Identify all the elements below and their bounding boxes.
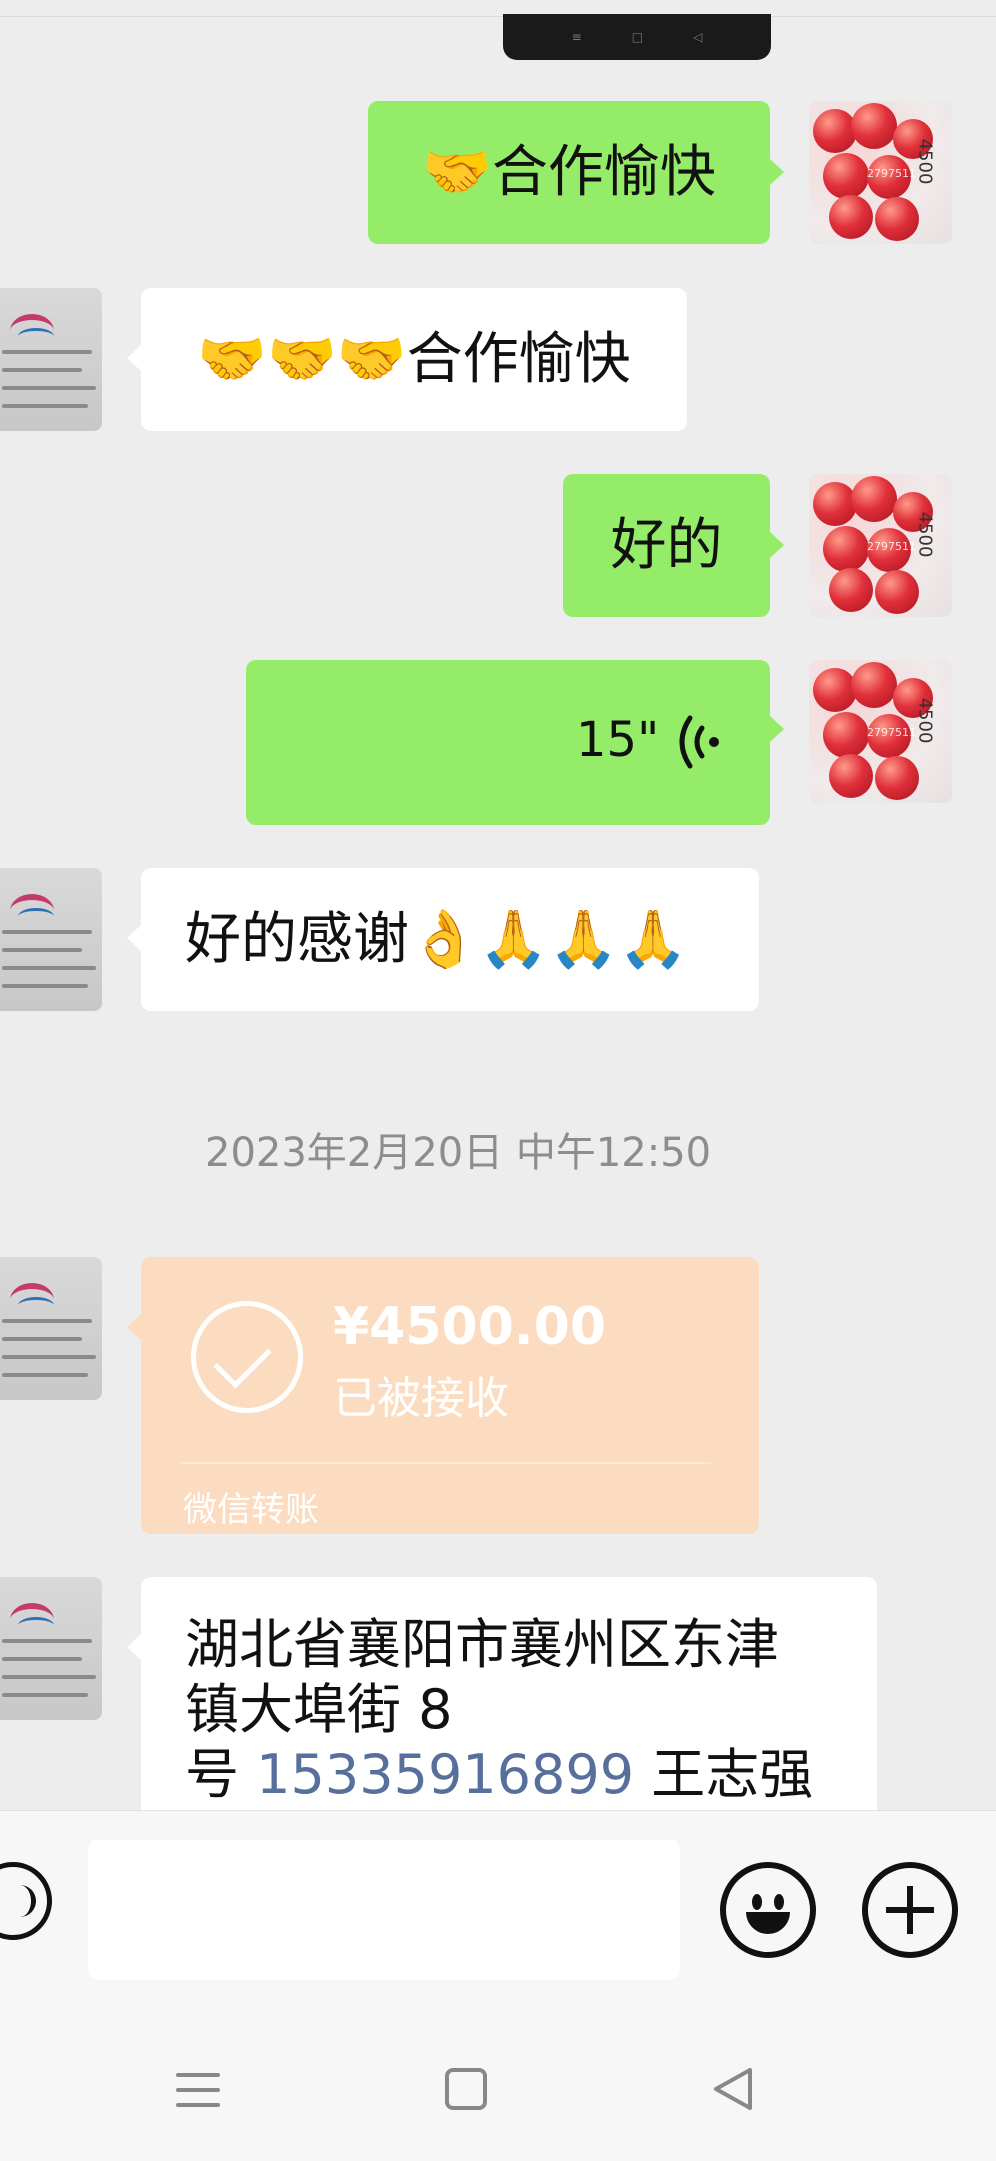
bubble-tail (127, 925, 141, 951)
home-button-icon[interactable] (445, 2068, 487, 2110)
transfer-label: 微信转账 (183, 1490, 319, 1530)
address-line: 镇大埠街 8 (185, 1677, 453, 1741)
message-bubble-contact[interactable]: 好的感谢👌🙏🙏🙏 (141, 868, 759, 1011)
recent-apps-icon[interactable] (176, 2067, 220, 2113)
chat-timestamp: 2023年2月20日 中午12:50 (205, 1130, 712, 1176)
back-button-icon[interactable] (710, 2066, 754, 2112)
bubble-tail (127, 1314, 141, 1340)
plus-circle-icon[interactable] (862, 1862, 958, 1958)
message-bubble-self[interactable]: 🤝合作愉快 (368, 101, 770, 244)
voice-message-bubble[interactable]: 15" (246, 660, 770, 825)
bubble-tail (127, 1634, 141, 1660)
avatar-side-text: 4500 (914, 511, 936, 558)
avatar-watermark: 2797511 (867, 726, 916, 739)
avatar-watermark: 2797511 (867, 540, 916, 553)
bubble-tail (770, 532, 784, 558)
system-nav-bar (0, 2020, 996, 2161)
address-line: 号 (185, 1742, 257, 1806)
avatar-side-text: 4500 (914, 697, 936, 744)
address-text: 湖北省襄阳市襄州区东津 镇大埠街 8 号 15335916899 王志强 (185, 1613, 877, 1807)
transfer-amount: ¥4500.00 (333, 1297, 607, 1357)
avatar-side-text: 4500 (914, 138, 936, 185)
top-divider (0, 16, 996, 17)
avatar-self[interactable]: 2797511 4500 (809, 101, 952, 244)
address-line: 湖北省襄阳市襄州区东津 (185, 1613, 779, 1676)
bubble-tail (770, 716, 784, 742)
smiley-icon[interactable] (720, 1862, 816, 1958)
avatar-watermark: 2797511 (867, 167, 916, 180)
voice-wave-icon (679, 715, 719, 769)
message-text: 🤝合作愉快 (422, 139, 716, 205)
check-circle-icon (191, 1301, 303, 1413)
message-bubble-self[interactable]: 好的 (563, 474, 770, 617)
menu-icon[interactable]: ≡ (572, 30, 582, 44)
avatar-contact[interactable] (0, 288, 102, 431)
avatar-contact[interactable] (0, 868, 102, 1011)
avatar-contact[interactable] (0, 1577, 102, 1720)
transfer-status: 已被接收 (333, 1373, 509, 1424)
message-input[interactable] (88, 1840, 680, 1980)
bubble-tail (127, 345, 141, 371)
transfer-divider (181, 1462, 711, 1464)
message-bubble-contact[interactable]: 🤝🤝🤝合作愉快 (141, 288, 687, 431)
phone-link[interactable]: 15335916899 (256, 1743, 634, 1806)
address-line: 王志强 (634, 1742, 814, 1806)
home-icon[interactable]: □ (632, 30, 643, 44)
avatar-contact[interactable] (0, 1257, 102, 1400)
avatar-self[interactable]: 2797511 4500 (809, 660, 952, 803)
back-icon[interactable]: ◁ (693, 30, 702, 44)
wechat-transfer-card[interactable]: ¥4500.00 已被接收 微信转账 (141, 1257, 759, 1534)
floating-nav-pill[interactable]: ≡ □ ◁ (503, 14, 771, 60)
avatar-self[interactable]: 2797511 4500 (809, 474, 952, 617)
message-text: 好的感谢👌🙏🙏🙏 (185, 906, 688, 972)
voice-duration: 15" (576, 712, 660, 768)
message-text: 好的 (610, 512, 723, 578)
bubble-tail (770, 159, 784, 185)
message-text: 🤝🤝🤝合作愉快 (197, 326, 631, 392)
